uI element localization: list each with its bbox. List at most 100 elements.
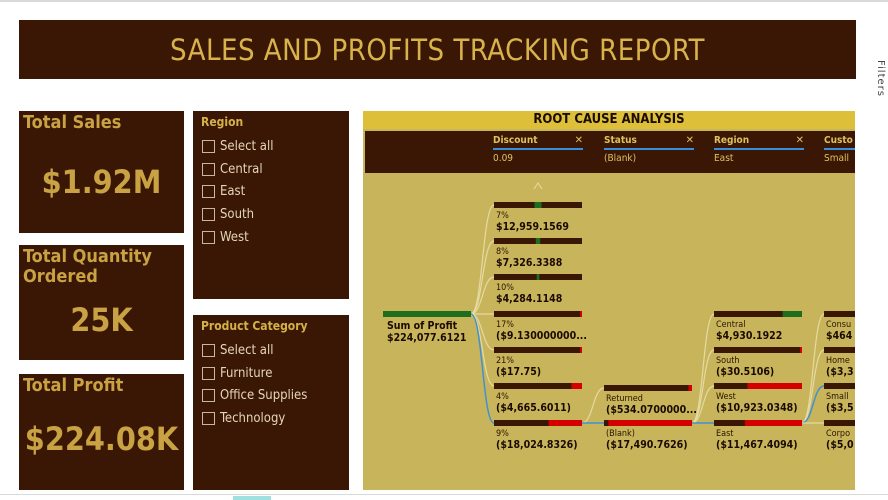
customer-node-1-value: ($3,3 [826,366,854,378]
customer-node-0-value: $464 [826,330,853,342]
customer-node-2-bar[interactable] [824,383,855,389]
report-page: Filters SALES AND PROFITS TRACKING REPOR… [0,0,888,500]
discount-node-5-value: ($4,665.6011) [496,402,571,414]
discount-node-4-fill [580,347,582,353]
status-node-0-bar[interactable] [604,385,692,391]
product-category-slicer-title: Product Category [201,319,308,333]
discount-node-3-label: 17% [496,320,514,330]
status-node-0-label: Returned [606,394,643,404]
discount-node-4-bar[interactable] [494,347,582,353]
customer-node-0-label: Consu [826,320,851,330]
checkbox[interactable] [202,389,215,403]
region-node-1-value: ($30.5106) [716,366,774,378]
discount-node-1-value: $7,326.3388 [496,257,562,269]
product-category-slicer: Product Category Select all Furniture Of… [193,315,349,490]
customer-node-1-label: Home [826,356,850,366]
region-node-0-fill [782,311,802,317]
root-cause-analysis-visual[interactable]: ROOT CAUSE ANALYSIS Discount ✕ 0.09 Stat… [363,111,855,490]
customer-node-3-label: Corpo [826,429,850,439]
discount-node-6-fill [548,420,582,426]
region-node-2-value: ($10,923.0348) [716,402,798,414]
discount-node-4-label: 21% [496,356,514,366]
status-node-1-label: (Blank) [606,429,635,439]
tree-link [801,385,825,424]
root-label: Sum of Profit [387,320,458,332]
customer-node-2-value: ($3,5 [826,402,854,414]
region-node-0-label: Central [716,320,745,330]
discount-node-1-fill [535,238,541,244]
total-quantity-value: 25K [70,301,133,339]
discount-node-3-value: ($9.130000000... [496,330,587,342]
total-profit-label: Total Profit [23,375,124,396]
region-node-0-value: $4,930.1922 [716,330,782,342]
checkbox[interactable] [202,185,215,199]
discount-node-4-value: ($17.75) [496,366,541,378]
total-quantity-label: Total Quantity Ordered [23,246,152,287]
bottom-divider [0,494,888,495]
region-option-south[interactable]: South [202,203,273,226]
checkbox[interactable] [202,343,215,357]
region-node-1-bar[interactable] [714,347,802,353]
discount-node-6-label: 9% [496,429,509,439]
expand-up-icon[interactable] [533,182,543,190]
checkbox[interactable] [202,207,215,221]
tree-link [470,204,495,315]
discount-node-3-bar[interactable] [494,311,582,317]
discount-node-2-value: $4,284.1148 [496,293,562,305]
total-profit-value: $224.08K [24,420,179,458]
total-sales-label: Total Sales [23,112,122,133]
region-slicer: Region Select all Central East South Wes… [193,111,349,299]
customer-node-3-bar[interactable] [824,420,855,426]
region-slicer-list: Select all Central East South West [202,135,273,248]
top-divider [0,0,888,2]
customer-node-0-bar[interactable] [824,311,855,317]
region-option-east[interactable]: East [202,180,273,203]
discount-node-1-label: 8% [496,247,509,257]
discount-node-5-fill [571,383,582,389]
page-tab-indicator[interactable] [233,496,271,500]
tree-link [581,387,605,424]
total-quantity-card[interactable]: Total Quantity Ordered 25K [19,245,184,360]
region-node-2-label: West [716,392,736,402]
category-option-office-supplies[interactable]: Office Supplies [202,384,307,407]
region-option-west[interactable]: West [202,226,273,249]
discount-node-5-label: 4% [496,392,509,402]
region-node-3-fill [744,420,802,426]
filters-pane-tab[interactable]: Filters [875,60,886,97]
checkbox[interactable] [202,366,215,380]
root-value: $224,077.6121 [387,332,466,344]
region-node-1-fill [800,347,802,353]
tree-link [470,240,495,315]
discount-node-2-label: 10% [496,283,514,293]
region-option-central[interactable]: Central [202,158,273,181]
discount-node-0-value: $12,959.1569 [496,221,569,233]
region-node-2-fill [747,383,802,389]
customer-node-3-value: ($5,0 [826,439,854,451]
customer-node-2-label: Small [826,392,849,402]
total-sales-card[interactable]: Total Sales $1.92M [19,111,184,233]
discount-node-5-bar[interactable] [494,383,582,389]
total-profit-card[interactable]: Total Profit $224.08K [19,374,184,490]
report-title-bar: SALES AND PROFITS TRACKING REPORT [19,20,856,79]
discount-node-2-fill [536,274,540,280]
region-option-select-all[interactable]: Select all [202,135,273,158]
discount-node-6-value: ($18,024.8326) [496,439,578,451]
status-node-1-fill [608,420,692,426]
discount-node-3-fill [580,311,582,317]
checkbox[interactable] [202,411,215,425]
category-option-furniture[interactable]: Furniture [202,362,307,385]
report-title: SALES AND PROFITS TRACKING REPORT [170,32,705,67]
status-node-1-value: ($17,490.7626) [606,439,688,451]
category-option-technology[interactable]: Technology [202,407,307,430]
checkbox[interactable] [202,162,215,176]
checkbox[interactable] [202,139,215,153]
checkbox[interactable] [202,230,215,244]
total-sales-value: $1.92M [41,163,162,201]
customer-node-1-bar[interactable] [824,347,855,353]
root-fill [383,311,471,317]
decomposition-tree[interactable]: Sum of Profit$224,077.6121 7%$12,959.1569… [363,111,855,490]
region-node-1-label: South [716,356,740,366]
product-category-slicer-list: Select all Furniture Office Supplies Tec… [202,339,307,430]
category-option-select-all[interactable]: Select all [202,339,307,362]
discount-node-0-fill [534,202,542,208]
